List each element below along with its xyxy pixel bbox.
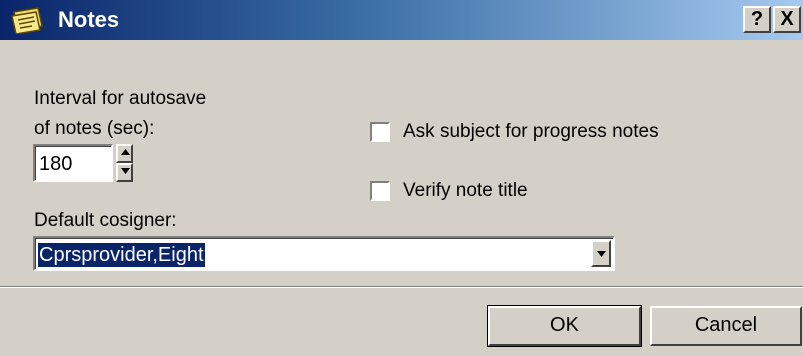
ask-subject-label[interactable]: Ask subject for progress notes — [403, 121, 659, 143]
chevron-down-icon — [597, 251, 606, 257]
spin-up-button[interactable] — [116, 144, 133, 163]
verify-title-label[interactable]: Verify note title — [403, 180, 528, 202]
title-bar[interactable]: Notes ? X — [0, 0, 803, 40]
autosave-label-line2: of notes (sec): — [34, 118, 155, 139]
autosave-label-line1: Interval for autosave — [34, 88, 207, 109]
button-separator — [0, 286, 803, 288]
cosigner-selected-value: Cprsprovider,Eight — [38, 243, 205, 267]
notes-dialog: Notes ? X Interval for autosave of notes… — [0, 0, 803, 356]
ask-subject-checkbox[interactable] — [370, 122, 390, 142]
cancel-button[interactable]: Cancel — [650, 306, 802, 346]
arrow-up-icon — [121, 149, 130, 155]
help-button[interactable]: ? — [743, 6, 771, 33]
autosave-interval-input[interactable]: 180 — [33, 144, 113, 182]
close-button[interactable]: X — [773, 6, 801, 33]
window-title: Notes — [58, 7, 120, 32]
cosigner-dropdown[interactable]: Cprsprovider,Eight — [33, 236, 615, 271]
dropdown-button[interactable] — [591, 240, 611, 267]
spin-down-button[interactable] — [116, 163, 133, 182]
arrow-down-icon — [121, 168, 130, 174]
cosigner-label: Default cosigner: — [34, 210, 177, 231]
autosave-interval-value: 180 — [39, 153, 73, 175]
ok-button[interactable]: OK — [487, 305, 642, 347]
notes-icon — [8, 6, 48, 35]
verify-title-checkbox[interactable] — [370, 181, 390, 201]
